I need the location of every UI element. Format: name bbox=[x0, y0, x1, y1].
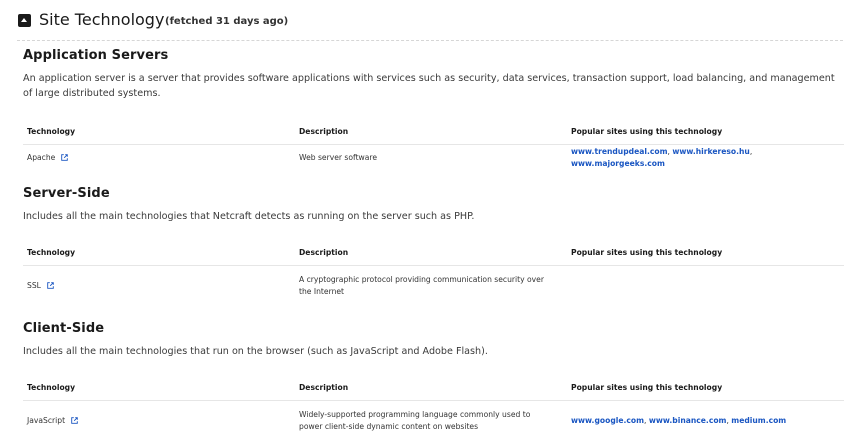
site-link[interactable]: www.google.com bbox=[571, 416, 644, 425]
site-technology-header: Site Technology (fetched 31 days ago) bbox=[17, 10, 843, 41]
technology-name: SSL bbox=[27, 280, 41, 290]
section-heading: Application Servers bbox=[23, 48, 169, 63]
table-row: JavaScript Widely-supported programming … bbox=[23, 401, 844, 441]
description-cell: Web server software bbox=[299, 152, 378, 162]
section-description: An application server is a server that p… bbox=[23, 73, 835, 99]
technology-cell: SSL bbox=[23, 266, 295, 306]
column-header-popular-sites: Popular sites using this technology bbox=[567, 374, 844, 401]
section-heading: Client-Side bbox=[23, 321, 105, 336]
fetched-age: (fetched 31 days ago) bbox=[165, 16, 289, 27]
site-link[interactable]: www.majorgeeks.com bbox=[571, 159, 665, 168]
site-link[interactable]: medium.com bbox=[731, 416, 786, 425]
external-link-icon[interactable] bbox=[71, 416, 78, 424]
column-header-technology: Technology bbox=[23, 239, 295, 266]
column-header-popular-sites: Popular sites using this technology bbox=[567, 239, 844, 266]
section-description: Includes all the main technologies that … bbox=[23, 346, 488, 357]
external-link-icon[interactable] bbox=[61, 153, 69, 161]
site-link[interactable]: www.hirkereso.hu bbox=[672, 147, 750, 156]
column-header-popular-sites: Popular sites using this technology bbox=[567, 118, 844, 145]
section-application-servers: Application Servers An application serve… bbox=[23, 48, 844, 171]
table-row: Apache Web server software www.trendupde… bbox=[23, 145, 844, 171]
column-header-technology: Technology bbox=[23, 374, 295, 401]
column-header-description: Description bbox=[295, 239, 567, 266]
section-heading: Server-Side bbox=[23, 186, 110, 201]
collapse-toggle-icon[interactable] bbox=[18, 14, 31, 27]
table-row: SSL A cryptographic protocol providing c… bbox=[23, 266, 844, 306]
section-server-side: Server-Side Includes all the main techno… bbox=[23, 186, 844, 306]
external-link-icon[interactable] bbox=[47, 281, 54, 289]
popular-sites-cell: www.trendupdeal.com, www.hirkereso.hu, w… bbox=[571, 146, 753, 168]
popular-sites-cell bbox=[567, 266, 844, 306]
technology-cell: JavaScript bbox=[23, 401, 295, 441]
technology-name: JavaScript bbox=[27, 415, 66, 425]
column-header-description: Description bbox=[295, 374, 567, 401]
table-header-row: Technology Description Popular sites usi… bbox=[23, 374, 844, 401]
technology-name: Apache bbox=[27, 152, 56, 162]
site-link[interactable]: www.trendupdeal.com bbox=[571, 147, 667, 156]
description-cell: Widely-supported programming language co… bbox=[299, 409, 531, 431]
technology-cell: Apache bbox=[23, 145, 295, 171]
technology-table: Technology Description Popular sites usi… bbox=[23, 374, 844, 441]
section-description: Includes all the main technologies that … bbox=[23, 211, 475, 222]
column-header-description: Description bbox=[295, 118, 567, 145]
technology-table: Technology Description Popular sites usi… bbox=[23, 118, 844, 171]
section-client-side: Client-Side Includes all the main techno… bbox=[23, 321, 844, 441]
column-header-technology: Technology bbox=[23, 118, 295, 145]
popular-sites-cell: www.google.com, www.binance.com, medium.… bbox=[571, 415, 787, 425]
technology-table: Technology Description Popular sites usi… bbox=[23, 239, 844, 306]
site-link[interactable]: www.binance.com bbox=[649, 416, 727, 425]
table-header-row: Technology Description Popular sites usi… bbox=[23, 239, 844, 266]
section-title: Site Technology bbox=[39, 10, 165, 29]
table-header-row: Technology Description Popular sites usi… bbox=[23, 118, 844, 145]
description-cell: A cryptographic protocol providing commu… bbox=[299, 274, 544, 296]
